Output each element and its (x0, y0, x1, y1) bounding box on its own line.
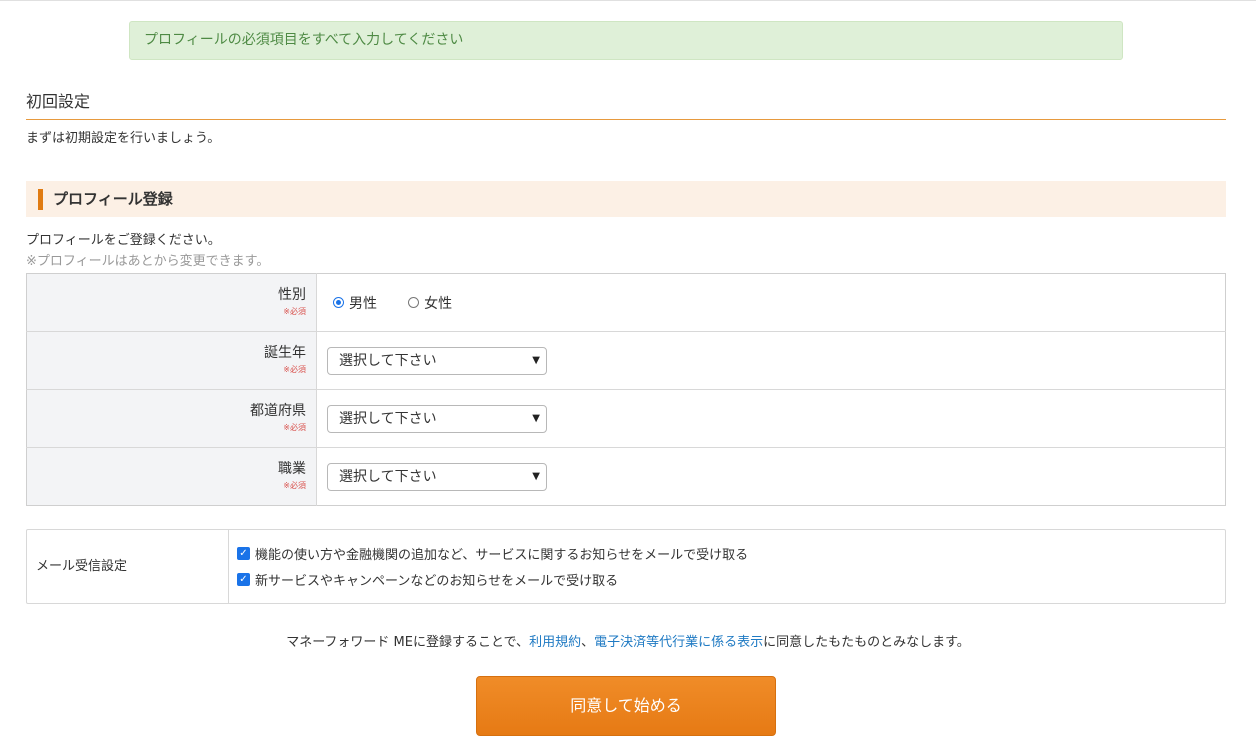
required-mark: ※必須 (283, 423, 306, 432)
gender-option-label: 男性 (349, 295, 377, 312)
section-header: プロフィール登録 (26, 181, 1226, 217)
chevron-down-icon: ▼ (532, 354, 540, 366)
prefecture-label: 都道府県 (250, 403, 306, 419)
select-value: 選択して下さい (339, 468, 437, 485)
agreement-prefix: マネーフォワード MEに登録することで、 (286, 635, 530, 650)
payment-disclosure-link[interactable]: 電子決済等代行業に係る表示 (594, 635, 763, 650)
gender-option-label: 女性 (424, 295, 453, 312)
birth-year-row: 誕生年 ※必須 選択して下さい ▼ (26, 331, 1226, 390)
checkbox-checked-icon[interactable]: ✓ (237, 573, 250, 586)
section-accent-bar (38, 189, 43, 210)
mail-settings-box: メール受信設定 ✓ 機能の使い方や金融機関の追加など、サービスに関するお知らせを… (26, 529, 1226, 604)
page-intro: まずは初期設定を行いましょう。 (26, 131, 221, 146)
agreement-text: マネーフォワード MEに登録することで、利用規約、電子決済等代行業に係る表示に同… (0, 633, 1256, 653)
radio-selected-icon[interactable] (333, 297, 344, 308)
prefecture-row: 都道府県 ※必須 選択して下さい ▼ (26, 389, 1226, 448)
gender-option-female[interactable]: 女性 (408, 293, 452, 313)
required-mark: ※必須 (283, 365, 306, 374)
birth-year-label: 誕生年 (264, 345, 306, 361)
select-value: 選択して下さい (339, 352, 437, 369)
section-description: プロフィールをご登録ください。 (26, 233, 221, 248)
agreement-suffix: に同意したもたものとみなします。 (763, 635, 970, 650)
gender-option-male[interactable]: 男性 (333, 293, 377, 313)
section-note: ※プロフィールはあとから変更できます。 (26, 254, 270, 269)
gender-label: 性別 (278, 287, 306, 303)
section-title: プロフィール登録 (53, 190, 173, 208)
mail-option-label: 機能の使い方や金融機関の追加など、サービスに関するお知らせをメールで受け取る (255, 548, 749, 563)
occupation-select[interactable]: 選択して下さい ▼ (327, 462, 547, 491)
radio-unselected-icon[interactable] (408, 297, 420, 308)
agree-and-start-button[interactable]: 同意して始める (476, 676, 776, 736)
occupation-row: 職業 ※必須 選択して下さい ▼ (26, 447, 1226, 506)
mail-option-service[interactable]: ✓ 機能の使い方や金融機関の追加など、サービスに関するお知らせをメールで受け取る (237, 544, 748, 563)
mail-settings-label: メール受信設定 (27, 530, 229, 603)
select-value: 選択して下さい (339, 410, 437, 427)
birth-year-select[interactable]: 選択して下さい ▼ (327, 346, 547, 375)
required-fields-alert: プロフィールの必須項目をすべて入力してください (129, 21, 1123, 60)
occupation-label: 職業 (278, 461, 306, 477)
chevron-down-icon: ▼ (532, 470, 540, 482)
page-title: 初回設定 (26, 91, 1226, 120)
profile-form-table: 性別 ※必須 男性 女性 誕生年 ※必須 選択して下さい ▼ 都道府県 ※必須 … (26, 273, 1226, 506)
gender-row: 性別 ※必須 男性 女性 (26, 273, 1226, 332)
mail-option-label: 新サービスやキャンペーンなどのお知らせをメールで受け取る (255, 574, 619, 589)
chevron-down-icon: ▼ (532, 412, 540, 424)
required-mark: ※必須 (283, 307, 306, 316)
mail-option-campaign[interactable]: ✓ 新サービスやキャンペーンなどのお知らせをメールで受け取る (237, 570, 618, 589)
required-mark: ※必須 (283, 481, 306, 490)
checkbox-checked-icon[interactable]: ✓ (237, 547, 250, 560)
agreement-separator: 、 (581, 635, 595, 650)
terms-link[interactable]: 利用規約 (529, 635, 581, 650)
prefecture-select[interactable]: 選択して下さい ▼ (327, 404, 547, 433)
